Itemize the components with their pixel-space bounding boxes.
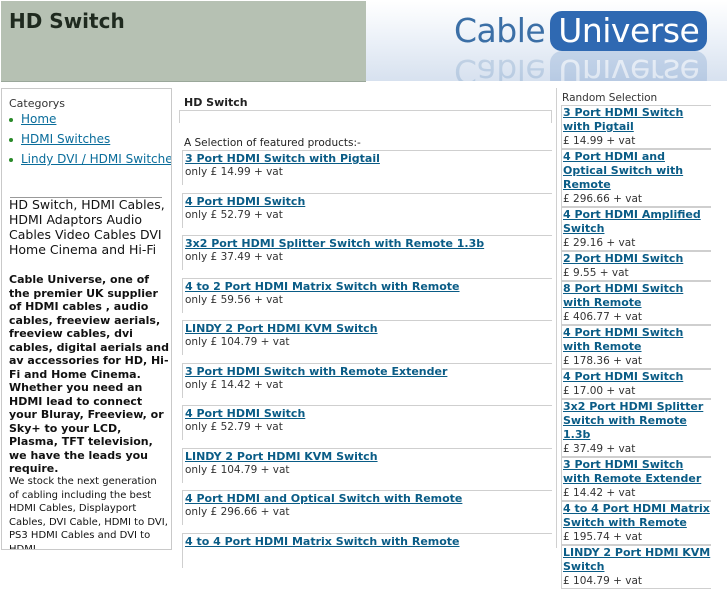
random-product-price: £ 195.74 + vat [563,531,642,543]
page-heading: HD Switch [184,96,248,109]
product-item: 4 to 4 Port HDMI Matrix Switch with Remo… [182,532,552,568]
random-product-price: £ 406.77 + vat [563,311,642,323]
product-link[interactable]: 4 Port HDMI and Optical Switch with Remo… [185,492,550,505]
random-item: 2 Port HDMI Switch £ 9.55 + vat [561,251,711,281]
product-item: 3 Port HDMI Switch with Remote Extender o… [182,362,552,398]
random-product-link[interactable]: 4 Port HDMI Switch [563,370,711,384]
product-link[interactable]: 4 Port HDMI Switch [185,195,550,208]
random-product-link[interactable]: 8 Port HDMI Switch with Remote [563,282,711,310]
logo-word-universe: Universe [550,11,708,51]
random-product-price: £ 37.49 + vat [563,443,636,455]
product-item: LINDY 2 Port HDMI KVM Switch only £ 104.7… [182,320,552,355]
random-product-link[interactable]: 2 Port HDMI Switch [563,252,711,266]
intro-heading: HD Switch, HDMI Cables, HDMI Adaptors Au… [9,197,165,257]
product-price: only £ 14.42 + vat [185,378,283,391]
product-link[interactable]: 3x2 Port HDMI Splitter Switch with Remot… [185,237,550,250]
product-link[interactable]: 3 Port HDMI Switch with Remote Extender [185,365,550,378]
product-item: 4 to 2 Port HDMI Matrix Switch with Remo… [182,277,552,313]
product-price: only £ 37.49 + vat [185,251,283,263]
product-item: 4 Port HDMI Switch only £ 52.79 + vat [182,192,552,228]
categories-title: Categorys [9,97,65,110]
product-item: 4 Port HDMI Switch only £ 52.79 + vat [182,405,552,440]
site-title: HD Switch [9,9,125,33]
bullet-icon [9,157,13,162]
logo-reflection: Cable Universe [454,51,708,81]
nav-link-lindy[interactable]: Lindy DVI / HDMI Switches [21,152,171,166]
bullet-icon [9,137,13,142]
main-content: HD Switch A Selection of featured produc… [176,88,552,568]
product-item: 3 Port HDMI Switch with Pigtail only £ 14… [182,150,552,185]
random-product-price: £ 178.36 + vat [563,355,642,367]
nav-link-hdmi-switches[interactable]: HDMI Switches [21,132,110,146]
nav-item-lindy: Lindy DVI / HDMI Switches [9,152,171,166]
page-header: HD Switch Cable Universe Cable Universe [0,0,727,82]
product-item: LINDY 2 Port HDMI KVM Switch only £ 104.7… [182,447,552,483]
product-price: only £ 104.79 + vat [185,463,290,476]
product-price: only £ 52.79 + vat [185,208,283,221]
logo-reflection-cable: Cable [454,52,546,81]
random-list: 3 Port HDMI Switch with Pigtail £ 14.99 +… [561,105,711,589]
product-price: only £ 14.99 + vat [185,166,283,178]
random-product-link[interactable]: 4 Port HDMI Amplified Switch [563,208,711,236]
random-product-link[interactable]: LINDY 2 Port HDMI KVM Switch [563,546,711,574]
product-link[interactable]: 3 Port HDMI Switch with Pigtail [185,152,550,165]
random-item: LINDY 2 Port HDMI KVM Switch £ 104.79 + v… [561,545,711,589]
random-product-price: £ 296.66 + vat [563,193,642,205]
product-link[interactable]: 4 Port HDMI Switch [185,407,550,420]
random-product-price: £ 17.00 + vat [563,385,636,397]
left-sidebar: Categorys Home HDMI Switches Lindy DVI /… [1,88,172,550]
intro-paragraph: Cable Universe, one of the premier UK su… [9,273,169,475]
category-nav: Home HDMI Switches Lindy DVI / HDMI Swit… [9,112,171,173]
product-item: 3x2 Port HDMI Splitter Switch with Remot… [182,235,552,270]
product-link[interactable]: 4 to 2 Port HDMI Matrix Switch with Remo… [185,280,550,293]
product-price: only £ 296.66 + vat [185,506,290,518]
random-product-price: £ 104.79 + vat [563,575,642,587]
logo-panel[interactable]: Cable Universe Cable Universe [366,1,727,81]
product-item: 4 Port HDMI and Optical Switch with Remo… [182,490,552,525]
product-link[interactable]: 4 to 4 Port HDMI Matrix Switch with Remo… [185,535,550,548]
featured-label: A Selection of featured products:- [184,137,361,149]
logo-word-cable: Cable [454,11,546,50]
random-item: 3 Port HDMI Switch with Remote Extender £… [561,457,711,501]
random-product-link[interactable]: 3 Port HDMI Switch with Remote Extender [563,458,711,486]
nav-item-hdmi-switches: HDMI Switches [9,132,171,146]
product-list: 3 Port HDMI Switch with Pigtail only £ 14… [182,150,552,575]
random-item: 8 Port HDMI Switch with Remote £ 406.77 +… [561,281,711,325]
random-product-link[interactable]: 3 Port HDMI Switch with Pigtail [563,106,711,134]
intro-paragraph-2: We stock the next generation of cabling … [9,476,168,550]
cable-universe-logo[interactable]: Cable Universe [454,11,708,51]
random-item: 4 to 4 Port HDMI Matrix Switch with Remo… [561,501,711,545]
product-link[interactable]: LINDY 2 Port HDMI KVM Switch [185,322,550,335]
random-item: 3 Port HDMI Switch with Pigtail £ 14.99 +… [561,105,711,149]
random-product-link[interactable]: 4 Port HDMI Switch with Remote [563,326,711,354]
product-price: only £ 104.79 + vat [185,336,290,348]
product-price: only £ 59.56 + vat [185,293,283,306]
random-item: 3x2 Port HDMI Splitter Switch with Remot… [561,399,711,457]
random-item: 4 Port HDMI Switch £ 17.00 + vat [561,369,711,399]
random-product-price: £ 14.42 + vat [563,487,636,499]
right-sidebar: Random Selection 3 Port HDMI Switch with… [556,88,727,589]
logo-reflection-universe: Universe [550,51,708,81]
random-product-link[interactable]: 4 Port HDMI and Optical Switch with Remo… [563,150,711,192]
random-product-link[interactable]: 3x2 Port HDMI Splitter Switch with Remot… [563,400,711,442]
nav-item-home: Home [9,112,171,126]
random-product-price: £ 9.55 + vat [563,267,629,279]
random-selection-title: Random Selection [562,92,658,104]
random-item: 4 Port HDMI and Optical Switch with Remo… [561,149,711,207]
random-item: 4 Port HDMI Switch with Remote £ 178.36 +… [561,325,711,369]
content-box [179,110,552,123]
product-link[interactable]: LINDY 2 Port HDMI KVM Switch [185,450,550,463]
nav-link-home[interactable]: Home [21,112,56,126]
bullet-icon [9,117,13,122]
random-product-price: £ 14.99 + vat [563,135,636,147]
random-item: 4 Port HDMI Amplified Switch £ 29.16 + va… [561,207,711,251]
random-product-link[interactable]: 4 to 4 Port HDMI Matrix Switch with Remo… [563,502,711,530]
product-price: only £ 52.79 + vat [185,421,283,433]
header-title-panel: HD Switch [1,1,366,82]
random-product-price: £ 29.16 + vat [563,237,636,249]
